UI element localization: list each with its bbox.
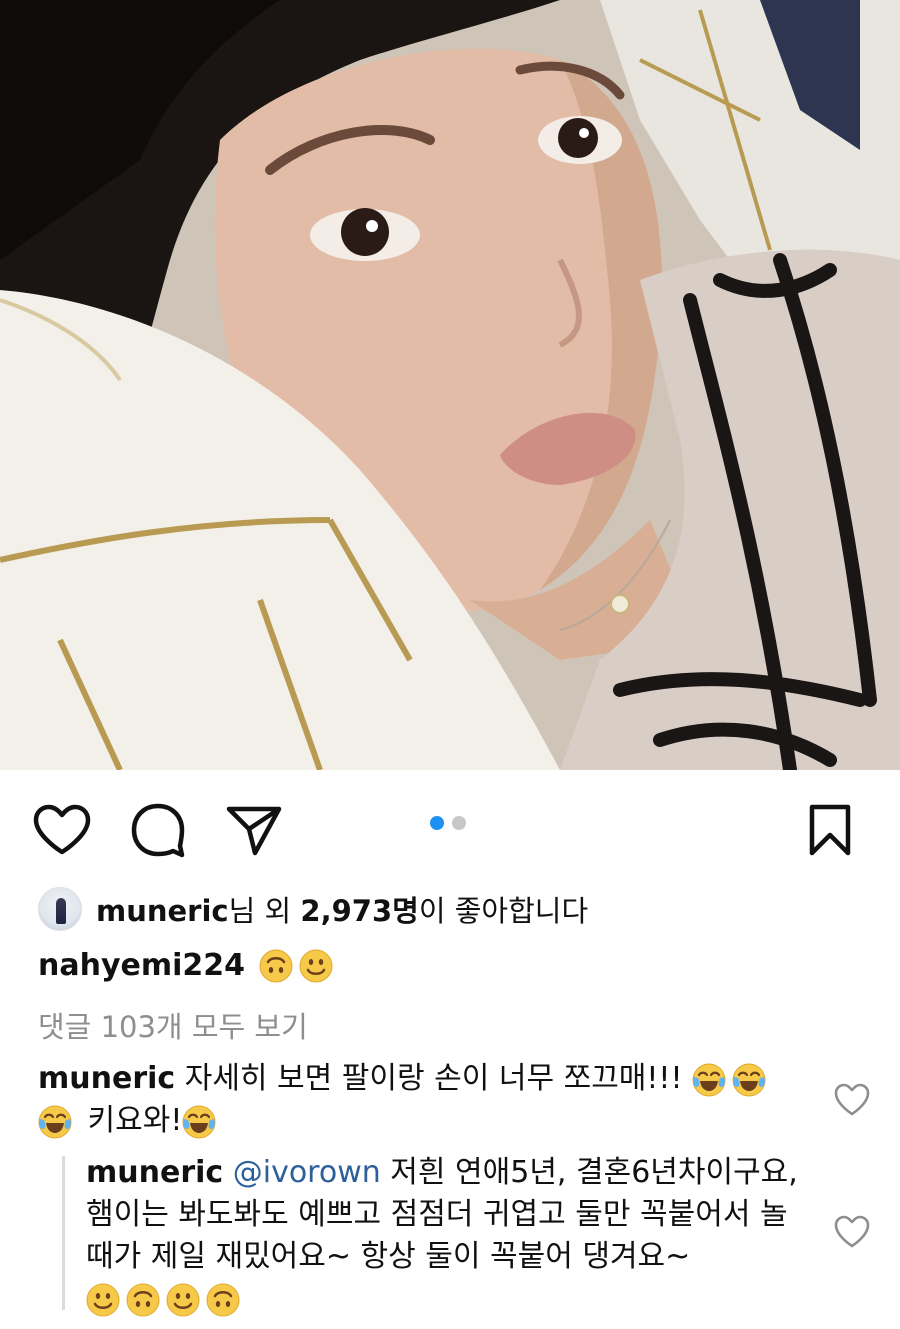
upside-down-face-icon — [259, 949, 293, 982]
carousel-indicator — [430, 816, 466, 830]
slightly-smiling-face-icon — [86, 1283, 120, 1316]
comment-icon — [131, 803, 185, 858]
upside-down-face-icon — [206, 1283, 240, 1316]
post-caption: nahyemi224 — [38, 948, 339, 983]
likes-user[interactable]: muneric — [96, 894, 229, 928]
slightly-smiling-face-icon — [166, 1283, 200, 1316]
save-button[interactable] — [800, 800, 860, 860]
like-button[interactable] — [32, 800, 92, 860]
comment-text-line2: 키요와! — [78, 1103, 183, 1138]
share-button[interactable] — [224, 800, 284, 860]
slightly-smiling-face-icon — [299, 949, 333, 982]
post-action-bar — [0, 770, 900, 882]
post-photo-illustration — [0, 0, 900, 770]
caption-username[interactable]: nahyemi224 — [38, 948, 245, 983]
upside-down-face-icon — [126, 1283, 160, 1316]
likes-summary[interactable]: muneric님 외 2,973명이 좋아합니다 — [38, 886, 588, 932]
reply-thread-line — [62, 1156, 65, 1310]
bookmark-icon — [809, 804, 851, 856]
carousel-dot — [452, 816, 466, 830]
comment-reply: muneric @ivorown 저흰 연애5년, 결혼6년차이구요, 햄이는 … — [86, 1152, 806, 1320]
avatar[interactable] — [38, 887, 82, 931]
comment: muneric 자세히 보면 팔이랑 손이 너무 쪼끄매!!! 키요와! — [38, 1058, 798, 1142]
tears-of-joy-icon — [38, 1105, 72, 1138]
carousel-dot-active — [430, 816, 444, 830]
send-icon — [226, 806, 282, 856]
heart-icon — [33, 804, 91, 855]
view-all-comments-link[interactable]: 댓글 103개 모두 보기 — [38, 1004, 308, 1046]
reply-username[interactable]: muneric — [86, 1155, 223, 1190]
reply-like-button[interactable] — [832, 1212, 872, 1252]
likes-text: muneric님 외 2,973명이 좋아합니다 — [96, 888, 588, 930]
tears-of-joy-icon — [182, 1105, 216, 1138]
post-photo[interactable] — [0, 0, 900, 770]
tears-of-joy-icon — [732, 1063, 766, 1096]
comment-like-button[interactable] — [832, 1080, 872, 1120]
likes-suffix: 이 좋아합니다 — [418, 894, 589, 928]
likes-count[interactable]: 2,973명 — [300, 894, 418, 928]
comment-username[interactable]: muneric — [38, 1061, 175, 1096]
comment-button[interactable] — [128, 800, 188, 860]
tears-of-joy-icon — [692, 1063, 726, 1096]
reply-mention[interactable]: @ivorown — [233, 1155, 381, 1190]
likes-middle: 님 외 — [228, 894, 301, 928]
comment-text-line1: 자세히 보면 팔이랑 손이 너무 쪼끄매!!! — [175, 1061, 683, 1096]
